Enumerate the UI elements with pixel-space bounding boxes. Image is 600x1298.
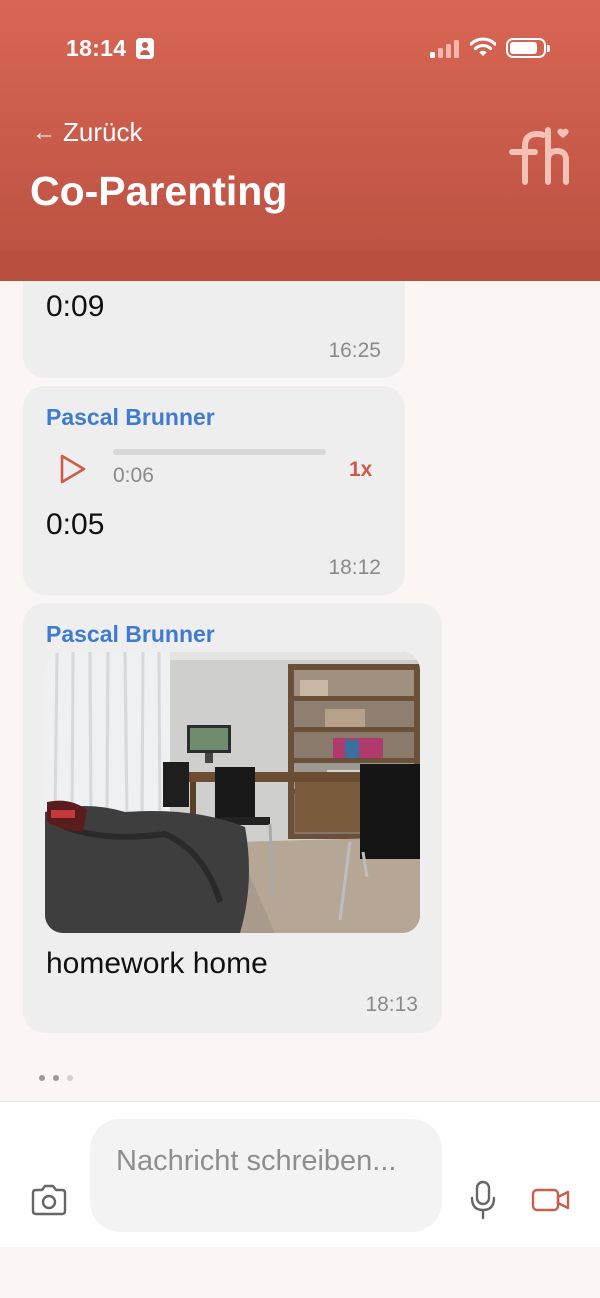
sender-name: Pascal Brunner bbox=[46, 621, 215, 647]
camera-icon[interactable] bbox=[30, 1184, 68, 1216]
message-composer bbox=[0, 1101, 600, 1247]
video-camera-icon[interactable] bbox=[531, 1187, 571, 1213]
message-input[interactable] bbox=[90, 1119, 442, 1232]
app-logo bbox=[509, 127, 569, 185]
microphone-icon[interactable] bbox=[469, 1180, 497, 1220]
message-time: 16:25 bbox=[328, 339, 381, 362]
home-indicator-area bbox=[0, 1247, 600, 1298]
playback-speed-button[interactable]: 1x bbox=[349, 458, 372, 482]
battery-icon bbox=[506, 38, 550, 58]
audio-progress-bar[interactable] bbox=[113, 449, 326, 455]
typing-indicator bbox=[39, 1075, 73, 1081]
audio-elapsed-time: 0:06 bbox=[113, 464, 154, 487]
message-time: 18:12 bbox=[328, 556, 381, 579]
sender-name: Pascal Brunner bbox=[46, 404, 215, 430]
message-bubble[interactable]: Pascal Brunner 0:06 1x 0:05 18:12 bbox=[23, 386, 405, 595]
message-time: 18:13 bbox=[365, 993, 418, 1016]
person-badge-icon bbox=[136, 38, 154, 59]
status-time: 18:14 bbox=[66, 35, 127, 61]
signal-icon bbox=[430, 38, 460, 58]
room-photo bbox=[45, 652, 420, 933]
audio-duration: 0:09 bbox=[46, 290, 105, 323]
back-label: Zurück bbox=[63, 117, 143, 147]
back-button[interactable]: ← Zurück bbox=[32, 117, 142, 148]
app-header: 18:14 ← Zurück Co-Parenting bbox=[0, 0, 600, 281]
message-caption: homework home bbox=[46, 947, 268, 980]
header-bottom-edge bbox=[0, 250, 600, 281]
audio-duration: 0:05 bbox=[46, 508, 105, 541]
wifi-icon bbox=[470, 37, 496, 56]
arrow-left-icon: ← bbox=[32, 118, 56, 146]
message-bubble[interactable]: Pascal Brunner homework home 18:13 bbox=[23, 603, 442, 1033]
status-bar: 18:14 bbox=[0, 0, 600, 95]
message-photo[interactable] bbox=[45, 652, 420, 933]
play-icon[interactable] bbox=[59, 453, 87, 485]
page-title: Co-Parenting bbox=[30, 168, 288, 214]
